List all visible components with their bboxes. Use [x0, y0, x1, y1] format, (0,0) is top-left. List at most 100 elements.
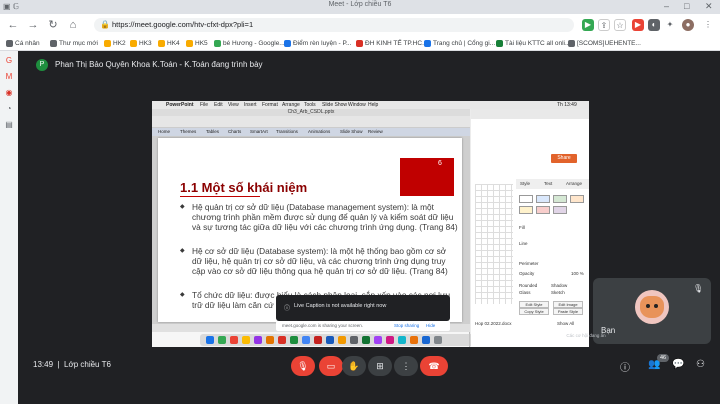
hint-text: Các cơ hội đang ẩn	[566, 333, 606, 338]
dock-icon	[422, 336, 430, 344]
sharing-message: meet.google.com is sharing your screen.	[282, 323, 364, 328]
bookmark-item[interactable]: HK2	[104, 36, 126, 51]
bookmark-item[interactable]: bé Hương - Google...	[214, 36, 285, 51]
bookmark-item[interactable]: ĐH KINH TẾ TP.HC...	[356, 36, 428, 51]
bookmark-item[interactable]: Cá nhân	[6, 36, 40, 51]
menu-kebab-icon[interactable]: ⋮	[702, 19, 714, 31]
dock-icon	[350, 336, 358, 344]
heading-underline	[180, 196, 260, 197]
live-caption-text: Live Caption is not available right now	[294, 303, 387, 309]
extension-red-icon[interactable]: ▶	[632, 19, 644, 31]
bookmark-item[interactable]: HK4	[158, 36, 180, 51]
profile-avatar[interactable]: ●	[682, 19, 694, 31]
ribbon-tab: Transitions	[276, 129, 298, 134]
sharing-bar: meet.google.com is sharing your screen. …	[276, 321, 450, 331]
dock-icon	[398, 336, 406, 344]
cat-avatar-icon	[640, 296, 664, 318]
dock-icon	[326, 336, 334, 344]
home-icon[interactable]: ⌂	[66, 18, 80, 32]
meet-extension-icon[interactable]: ▶	[582, 19, 594, 31]
mac-menubar: PowerPoint File Edit View Insert Format …	[152, 101, 589, 109]
extension-gray-icon[interactable]: ◐	[648, 19, 660, 31]
dock-icon	[374, 336, 382, 344]
ribbon-tab: Tables	[206, 129, 220, 134]
perimeter-option: Perimeter	[519, 261, 539, 266]
glass-option: Glass	[519, 290, 531, 295]
format-tabs: Style Text Arrange	[516, 179, 589, 189]
mic-off-icon: 🎙	[693, 284, 704, 293]
copy-style-button: Copy Style	[519, 308, 549, 315]
present-button[interactable]: ⊞	[368, 356, 392, 376]
menu-item: Edit	[214, 102, 223, 108]
chat-icon[interactable]: 💬	[672, 359, 684, 370]
dock-icon	[338, 336, 346, 344]
activities-icon[interactable]: ⚇	[696, 359, 705, 370]
menu-item: Arrange	[282, 102, 300, 108]
clock-icon[interactable]: ◔	[4, 104, 14, 114]
edit-image-button: Edit Image	[553, 301, 583, 308]
reload-icon[interactable]: ↻	[46, 18, 60, 32]
share-icon[interactable]: ⇪	[598, 19, 610, 31]
forward-icon[interactable]: →	[26, 18, 40, 32]
info-icon[interactable]: ⓘ	[620, 359, 630, 374]
ribbon-tab: SmartArt	[250, 129, 268, 134]
back-icon[interactable]: ←	[6, 18, 20, 32]
dock-icon	[254, 336, 262, 344]
address-bar[interactable]: 🔒 https://meet.google.com/htv-cfxt-dpx?p…	[94, 18, 574, 32]
bookmark-item[interactable]: HK5	[186, 36, 208, 51]
more-options-button[interactable]: ⋮	[394, 356, 418, 376]
gmail-icon[interactable]: M	[4, 72, 14, 82]
dock-icon	[314, 336, 322, 344]
info-icon: ⓘ	[284, 306, 291, 312]
stop-sharing-button[interactable]: Stop sharing	[394, 323, 419, 328]
raise-hand-button[interactable]: ✋	[342, 356, 366, 376]
sketch-option: Sketch	[551, 290, 565, 295]
ppt-ribbon: Home Themes Tables Charts SmartArt Trans…	[152, 128, 470, 136]
paste-style-button: Paste Style	[553, 308, 583, 315]
ribbon-tab: Themes	[180, 129, 197, 134]
side-app-topbar	[471, 109, 589, 119]
camera-toggle-button[interactable]: ▭	[319, 356, 343, 376]
bookmark-item[interactable]: Thư mục mới	[50, 36, 98, 51]
tab-strip-icons[interactable]: ▣ 𝔾	[3, 2, 19, 11]
leave-call-button[interactable]: ☎	[420, 356, 448, 376]
menu-item: File	[200, 102, 209, 108]
opacity-value: 100 %	[571, 271, 584, 276]
ribbon-tab: Charts	[228, 129, 242, 134]
mic-toggle-button[interactable]: 🎙	[291, 356, 315, 376]
menu-item: Slide Show	[322, 102, 348, 108]
dock-icon	[362, 336, 370, 344]
chat-icon[interactable]: ▤	[4, 120, 14, 130]
dock-icon	[230, 336, 238, 344]
dock-icon	[242, 336, 250, 344]
bookmark-item[interactable]: Trang chủ | Cổng gi...	[424, 36, 495, 51]
menu-item: Format	[262, 102, 278, 108]
lock-icon: 🔒	[100, 20, 110, 29]
ribbon-tab: Home	[158, 129, 171, 134]
minimize-icon[interactable]: –	[664, 1, 669, 11]
slide-number-box	[400, 158, 454, 196]
hide-button[interactable]: Hide	[426, 323, 435, 328]
dock-icon	[434, 336, 442, 344]
menu-item: Window	[348, 102, 366, 108]
bookmarks-bar: Cá nhân Thư mục mới HK2 HK3 HK4 HK5 bé H…	[0, 36, 720, 51]
menu-item: Tools	[304, 102, 316, 108]
bookmark-item[interactable]: HK3	[130, 36, 152, 51]
maximize-icon[interactable]: □	[684, 1, 689, 11]
google-icon[interactable]: G	[4, 56, 14, 66]
close-icon[interactable]: ✕	[705, 1, 713, 12]
ppt-toolbar	[152, 116, 470, 128]
slide-bullet: ◆ Hệ cơ sở dữ liệu (Database system): là …	[180, 246, 448, 277]
dock-icon	[290, 336, 298, 344]
record-icon[interactable]: ◉	[4, 88, 14, 98]
extensions-puzzle-icon[interactable]: ✦	[664, 19, 676, 31]
fill-option: Fill	[519, 225, 525, 230]
bookmark-star-icon[interactable]: ☆	[614, 19, 626, 31]
dock-icon	[302, 336, 310, 344]
style-swatches	[519, 195, 587, 217]
bookmark-item[interactable]: Tài liệu KTTC all onli...	[496, 36, 570, 51]
menu-item: PowerPoint	[166, 102, 194, 108]
bookmark-item[interactable]: Điểm rèn luyện - P...	[284, 36, 351, 51]
dock-icon	[218, 336, 226, 344]
bookmark-item[interactable]: [SCOMS]UEHENTE...	[568, 36, 641, 51]
